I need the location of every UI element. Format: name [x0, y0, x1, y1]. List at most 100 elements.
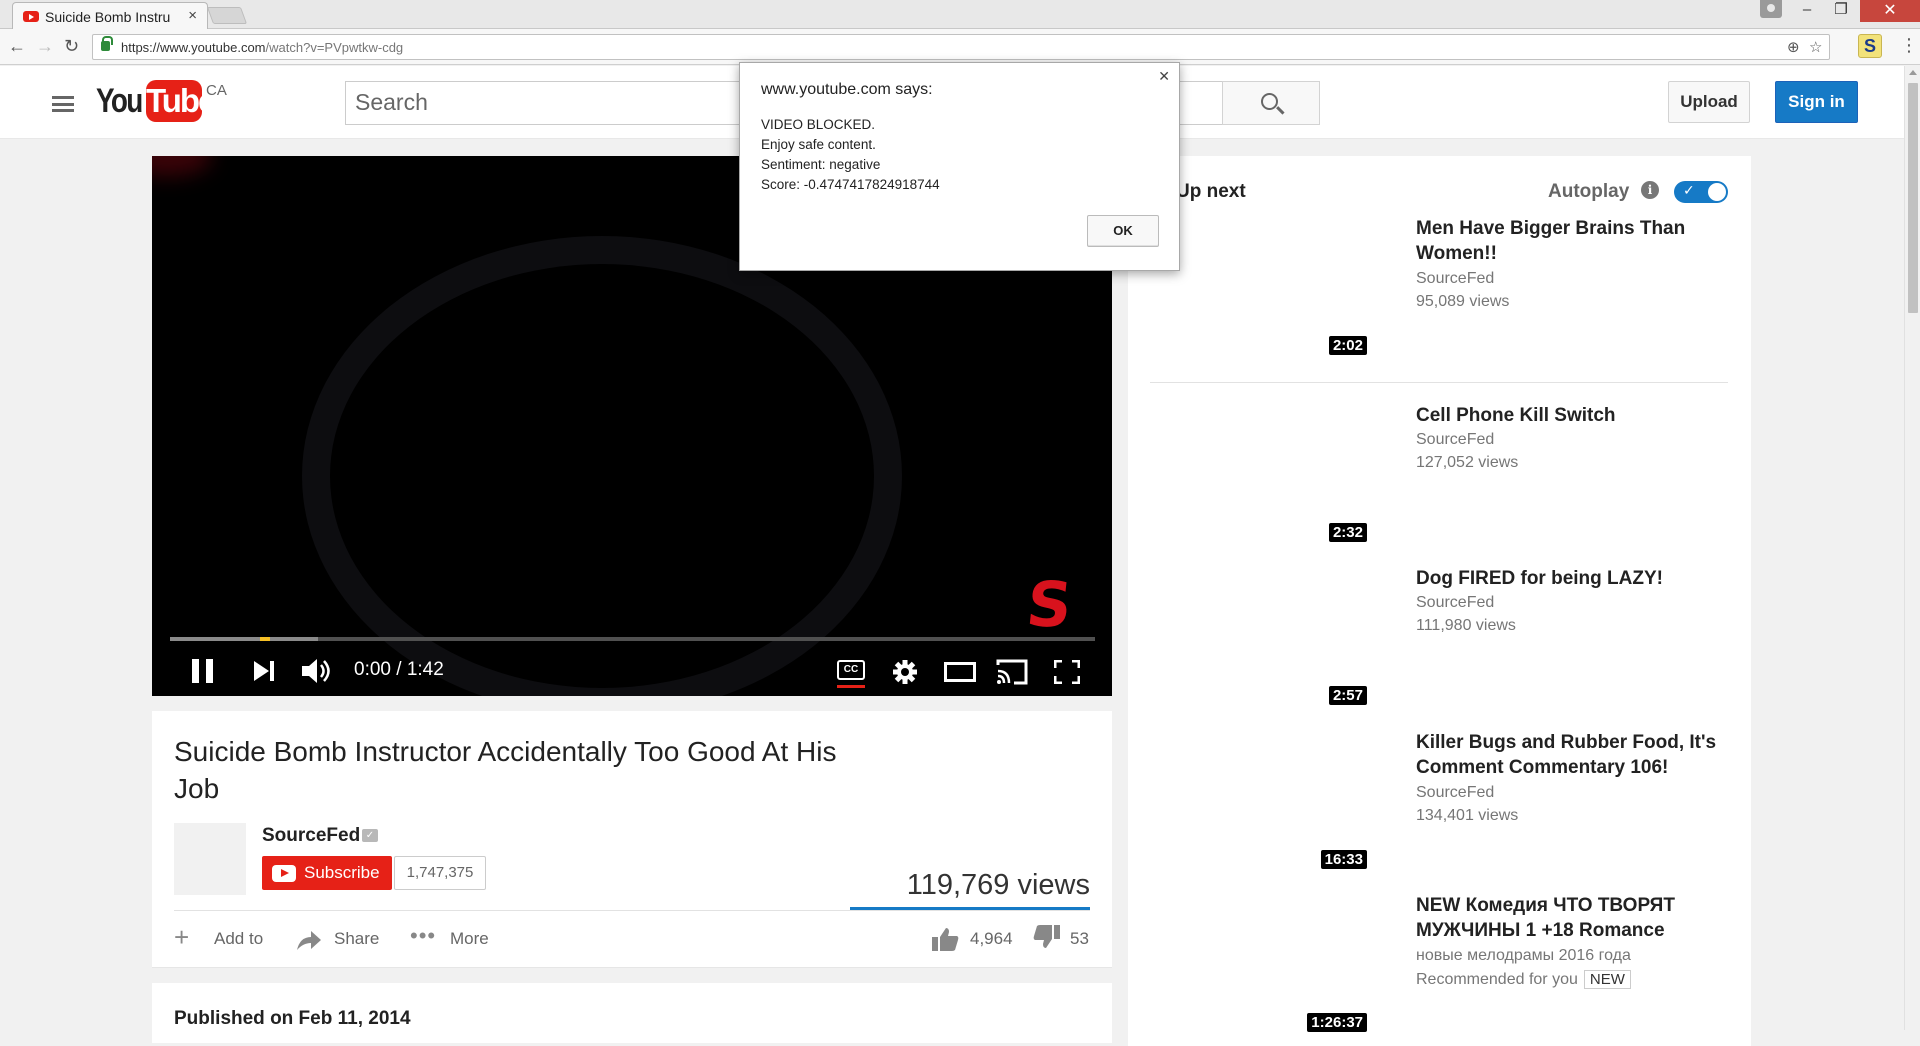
autoplay-label: Autoplay [1548, 181, 1630, 202]
more-dots-icon[interactable]: ••• [410, 923, 436, 949]
subscribe-label: Subscribe [304, 863, 380, 882]
sign-in-button[interactable]: Sign in [1775, 81, 1858, 123]
dislike-count[interactable]: 53 [1070, 929, 1089, 949]
duration-badge: 2:32 [1328, 523, 1367, 542]
related-video-channel: SourceFed [1416, 431, 1495, 448]
profile-icon[interactable] [1760, 0, 1782, 18]
time-display: 0:00 / 1:42 [354, 659, 444, 680]
forward-icon[interactable]: → [36, 36, 54, 57]
duration-badge: 2:57 [1328, 686, 1367, 705]
youtube-play-icon [272, 865, 296, 882]
address-bar[interactable]: https://www.youtube.com/watch?v=PVpwtkw-… [92, 34, 1830, 60]
next-icon[interactable] [254, 661, 276, 681]
window-close-button[interactable]: ✕ [1860, 0, 1920, 22]
channel-watermark[interactable]: S [1023, 568, 1075, 641]
subscriber-count: 1,747,375 [394, 856, 486, 890]
search-button[interactable] [1222, 81, 1320, 125]
tab-title: Suicide Bomb Instru [45, 9, 171, 25]
channel-avatar[interactable] [174, 823, 246, 895]
guide-menu-icon[interactable] [52, 96, 74, 112]
description-panel: Published on Feb 11, 2014 [152, 983, 1112, 1043]
region-label: CA [206, 82, 227, 99]
view-count: 119,769 views [906, 869, 1090, 901]
duration-badge: 2:02 [1328, 336, 1367, 355]
video-frame [302, 236, 902, 696]
video-thumbnail[interactable] [1152, 216, 1387, 348]
tab-close-icon[interactable]: × [188, 7, 197, 24]
related-video-views: 127,052 views [1416, 454, 1519, 471]
share-icon[interactable] [296, 929, 322, 951]
related-video-channel: SourceFed [1416, 784, 1495, 801]
related-video-title[interactable]: Men Have Bigger Brains Than Women!! [1416, 216, 1741, 266]
up-next-heading: Up next [1176, 181, 1246, 202]
video-thumbnail[interactable] [1152, 730, 1387, 862]
scrollbar-thumb[interactable] [1908, 83, 1918, 313]
fullscreen-icon[interactable] [1054, 660, 1080, 684]
dialog-title: www.youtube.com says: [761, 81, 933, 98]
related-video-title[interactable]: Cell Phone Kill Switch [1416, 403, 1741, 428]
pause-icon[interactable] [192, 658, 214, 684]
page-scrollbar[interactable] [1904, 66, 1920, 1030]
settings-gear-icon[interactable] [892, 659, 918, 685]
subscribe-button[interactable]: Subscribe [262, 856, 392, 890]
back-icon[interactable]: ← [8, 36, 26, 57]
youtube-favicon-icon [23, 11, 39, 22]
related-video-title[interactable]: NEW Комедия ЧТО ТВОРЯТ МУЖЧИНЫ 1 +18 Rom… [1416, 893, 1741, 943]
scroll-up-arrow-icon[interactable] [1909, 70, 1917, 75]
video-thumbnail[interactable] [1152, 893, 1387, 1025]
add-to-button[interactable]: Add to [214, 929, 263, 949]
checkmark-icon: ✓ [1683, 182, 1695, 198]
duration-badge: 16:33 [1320, 850, 1367, 869]
browser-toolbar: ← → ↻ https://www.youtube.com/watch?v=PV… [0, 29, 1920, 65]
related-video-views: 111,980 views [1416, 617, 1516, 634]
alert-dialog: ✕ www.youtube.com says: VIDEO BLOCKED. E… [739, 62, 1180, 271]
related-video-meta: Recommended for you NEW [1416, 970, 1631, 989]
upload-button[interactable]: Upload [1668, 81, 1750, 123]
bookmark-star-icon[interactable]: ☆ [1809, 38, 1822, 56]
extension-icon[interactable]: S [1858, 34, 1882, 58]
related-video-views: 134,401 views [1416, 807, 1519, 824]
thumbs-up-icon[interactable] [932, 926, 960, 952]
minimize-button[interactable]: – [1790, 0, 1824, 20]
restore-button[interactable]: ❐ [1824, 0, 1858, 20]
browser-menu-icon[interactable]: ⋮ [1900, 35, 1918, 56]
like-count[interactable]: 4,964 [970, 929, 1013, 949]
channel-name[interactable]: SourceFed [262, 825, 360, 847]
autoplay-toggle[interactable]: ✓ [1674, 181, 1728, 203]
new-badge: NEW [1583, 970, 1631, 989]
zoom-icon[interactable]: ⊕ [1787, 38, 1800, 56]
progress-bar[interactable] [170, 637, 1095, 641]
dialog-message: VIDEO BLOCKED. Enjoy safe content. Senti… [761, 117, 940, 192]
related-video-channel: SourceFed [1416, 594, 1495, 611]
related-video-channel: SourceFed [1416, 270, 1495, 287]
browser-tab-strip: Suicide Bomb Instru × – ❐ ✕ [0, 0, 1920, 29]
browser-tab[interactable]: Suicide Bomb Instru × [12, 2, 208, 29]
captions-active-indicator [837, 685, 865, 688]
duration-badge: 1:26:37 [1307, 1013, 1367, 1032]
related-video-title[interactable]: Killer Bugs and Rubber Food, It's Commen… [1416, 730, 1741, 780]
more-button[interactable]: More [450, 929, 489, 949]
share-button[interactable]: Share [334, 929, 379, 949]
publish-date: Published on Feb 11, 2014 [174, 1008, 411, 1029]
info-icon[interactable]: i [1641, 181, 1659, 199]
buffered-bar [170, 637, 318, 641]
lock-icon [101, 36, 113, 51]
video-thumbnail[interactable] [1152, 403, 1387, 535]
dialog-close-icon[interactable]: ✕ [1158, 68, 1170, 85]
captions-button[interactable]: CC [837, 660, 865, 680]
related-video-title[interactable]: Dog FIRED for being LAZY! [1416, 566, 1741, 591]
video-info-panel: Suicide Bomb Instructor Accidentally Too… [152, 711, 1112, 968]
ok-button[interactable]: OK [1087, 215, 1159, 247]
new-tab-button[interactable] [206, 7, 248, 24]
related-video-channel[interactable]: новые мелодрамы 2016 года [1416, 947, 1631, 965]
search-icon [1261, 93, 1278, 110]
verified-icon: ✓ [362, 829, 378, 842]
theater-mode-icon[interactable] [944, 662, 976, 682]
volume-icon[interactable] [302, 658, 336, 684]
reload-icon[interactable]: ↻ [64, 36, 79, 57]
cast-icon[interactable] [996, 659, 1028, 685]
video-thumbnail[interactable] [1152, 566, 1387, 698]
add-to-icon[interactable]: + [174, 922, 189, 953]
thumbs-down-icon[interactable] [1032, 924, 1060, 950]
progress-marker [260, 637, 270, 641]
